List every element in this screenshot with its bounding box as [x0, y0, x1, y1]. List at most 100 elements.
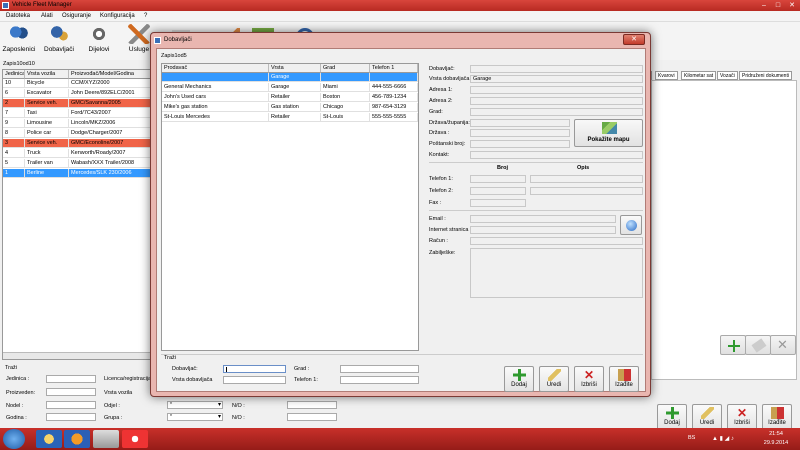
table-row-grad[interactable]: St-Louis	[321, 113, 370, 122]
no-input-1[interactable]	[287, 401, 337, 409]
column-header-grad[interactable]: Grad	[321, 64, 370, 73]
table-row-vrsta[interactable]: Gas station	[269, 103, 321, 112]
odjel-select[interactable]: *	[167, 401, 223, 409]
toolbar-dijelovi-button[interactable]: Dijelovi	[82, 24, 116, 58]
toolbar-dobavljaci-button[interactable]: Dobavljači	[42, 24, 76, 58]
web-button[interactable]	[620, 215, 642, 235]
table-row-jedinica[interactable]: 10	[3, 79, 25, 88]
clock-date[interactable]: 29.9.2014	[758, 440, 794, 446]
grupa-select[interactable]: *	[167, 413, 223, 421]
adresa-1-field[interactable]	[470, 86, 643, 94]
firefox-taskbar-icon[interactable]	[64, 430, 90, 448]
main-edit-button[interactable]: Uredi	[692, 404, 722, 430]
email-field[interactable]	[470, 215, 616, 223]
explorer-taskbar-icon[interactable]	[36, 430, 62, 448]
table-row-model[interactable]: Dodge/Charger/2007	[69, 129, 152, 138]
dialog-delete-button[interactable]: ✕ Izbriši	[574, 366, 604, 392]
internet-stranica-field[interactable]	[470, 226, 616, 234]
search-vrsta-input[interactable]	[223, 376, 286, 384]
tab-kilometar-sat[interactable]: Kilometar sat	[681, 71, 717, 80]
fax-field[interactable]	[470, 199, 526, 207]
panel-add-button[interactable]	[720, 335, 746, 355]
dialog-add-button[interactable]: Dodaj	[504, 366, 534, 392]
table-row-grad[interactable]	[321, 73, 370, 82]
table-row-jedinica[interactable]: 1	[3, 169, 25, 178]
vehicle-grid[interactable]: Jedinica Vrsta vozila Proizvođač/Model/G…	[2, 69, 152, 360]
table-row-telefon[interactable]: 444-555-6666	[370, 83, 418, 92]
column-header-model[interactable]: Proizvođač/Model/Godina	[69, 70, 152, 79]
table-row-vrsta[interactable]: Garage	[269, 73, 321, 82]
suppliers-grid[interactable]: Prodavač Vrsta Grad Telefon 1 Garage Gene…	[161, 63, 419, 351]
table-row-vrsta[interactable]: Trailer van	[25, 159, 69, 168]
table-row-vrsta[interactable]: Berline	[25, 169, 69, 178]
no-input-2[interactable]	[287, 413, 337, 421]
table-row-jedinica[interactable]: 5	[3, 159, 25, 168]
godina-input[interactable]	[46, 413, 96, 421]
table-row-jedinica[interactable]: 7	[3, 109, 25, 118]
fleet-manager-taskbar-icon[interactable]	[122, 430, 148, 448]
table-row-grad[interactable]: Chicago	[321, 103, 370, 112]
clock-time[interactable]: 21:54	[758, 431, 794, 437]
tray-icons[interactable]: ▲ ▮ ◢ ♪	[712, 435, 734, 442]
table-row-prodavac[interactable]: General Mechanics	[162, 83, 269, 92]
menu-konfiguracija[interactable]: Konfiguracija	[100, 13, 135, 19]
dialog-close-icon[interactable]: ✕	[623, 34, 645, 45]
dialog-edit-button[interactable]: Uredi	[539, 366, 569, 392]
table-row-prodavac[interactable]: John's Used cars	[162, 93, 269, 102]
table-row-jedinica[interactable]: 6	[3, 89, 25, 98]
table-row-jedinica[interactable]: 9	[3, 119, 25, 128]
toolbar-zaposlenici-button[interactable]: Zaposlenici	[2, 24, 36, 58]
table-row-vrsta[interactable]: Retailer	[269, 113, 321, 122]
search-grad-input[interactable]	[340, 365, 419, 373]
minimize-icon[interactable]: –	[758, 1, 770, 10]
language-indicator[interactable]: BS	[688, 435, 695, 441]
panel-edit-button[interactable]	[745, 335, 771, 355]
main-add-button[interactable]: Dodaj	[657, 404, 687, 430]
table-row-jedinica[interactable]: 3	[3, 139, 25, 148]
table-row-vrsta[interactable]: Bicycle	[25, 79, 69, 88]
drzava-field[interactable]	[470, 129, 570, 137]
table-row-vrsta[interactable]: Truck	[25, 149, 69, 158]
telefon-1-opis-field[interactable]	[530, 175, 643, 183]
table-row-prodavac[interactable]	[162, 73, 269, 82]
table-row-prodavac[interactable]: Mike's gas station	[162, 103, 269, 112]
dialog-exit-button[interactable]: Izađite	[609, 366, 639, 392]
telefon-2-opis-field[interactable]	[530, 187, 643, 195]
tab-kvarovi[interactable]: Kvarovi	[655, 71, 678, 80]
tab-pridruzeni-dokumenti[interactable]: Pridruženi dokumenti	[739, 71, 792, 80]
close-icon[interactable]: ✕	[786, 1, 798, 10]
table-row-grad[interactable]: Boston	[321, 93, 370, 102]
column-header-jedinica[interactable]: Jedinica	[3, 70, 25, 79]
table-row-telefon[interactable]	[370, 73, 418, 82]
start-button[interactable]	[3, 429, 25, 449]
grad-field[interactable]	[470, 108, 643, 116]
menu-help[interactable]: ?	[144, 13, 147, 19]
table-row-vrsta[interactable]: Taxi	[25, 109, 69, 118]
telefon-2-field[interactable]	[470, 187, 526, 195]
vrsta-dobavljaca-field[interactable]: Garage	[470, 75, 643, 83]
table-row-prodavac[interactable]: St-Louis Mercedes	[162, 113, 269, 122]
table-row-vrsta[interactable]: Garage	[269, 83, 321, 92]
table-row-grad[interactable]: Miami	[321, 83, 370, 92]
table-row-model[interactable]: Kenworth/Roady/2007	[69, 149, 152, 158]
table-row-vrsta[interactable]: Service veh.	[25, 99, 69, 108]
kontakt-field[interactable]	[470, 151, 643, 159]
table-row-model[interactable]: GMC/Econoline/2007	[69, 139, 152, 148]
table-row-model[interactable]: Wabash/XXX Trailer/2008	[69, 159, 152, 168]
panel-delete-button[interactable]: ✕	[770, 335, 796, 355]
table-row-vrsta[interactable]: Service veh.	[25, 139, 69, 148]
table-row-model[interactable]: John Deere/892ELC/2001	[69, 89, 152, 98]
proizveden-input[interactable]	[46, 388, 96, 396]
table-row-model[interactable]: CCM/XYZ/2000	[69, 79, 152, 88]
column-header-vrsta[interactable]: Vrsta vozila	[25, 70, 69, 79]
table-row-jedinica[interactable]: 8	[3, 129, 25, 138]
table-row-model[interactable]: GMC/Savanna/2005	[69, 99, 152, 108]
table-row-vrsta[interactable]: Limousine	[25, 119, 69, 128]
column-header-telefon[interactable]: Telefon 1	[370, 64, 418, 73]
table-row-model[interactable]: Ford/7C43/2007	[69, 109, 152, 118]
menu-osiguranje[interactable]: Osiguranje	[62, 13, 91, 19]
search-telefon-input[interactable]	[340, 376, 419, 384]
table-row-model[interactable]: Lincoln/MKZ/2006	[69, 119, 152, 128]
column-header-prodavac[interactable]: Prodavač	[162, 64, 269, 73]
telefon-1-field[interactable]	[470, 175, 526, 183]
